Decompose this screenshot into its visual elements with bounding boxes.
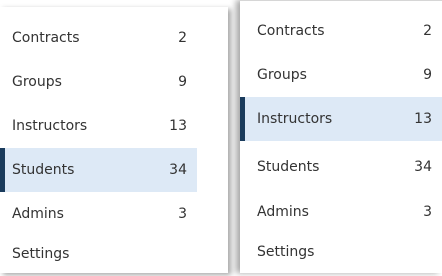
menu-item-groups[interactable]: Groups 9	[0, 60, 197, 104]
menu-item-count: 3	[178, 206, 187, 222]
right-sidebar-menu: Contracts 2 Groups 9 Instructors 13 Stud…	[240, 0, 442, 273]
menu-item-count: 13	[169, 118, 187, 134]
menu-item-instructors[interactable]: Instructors 13	[0, 104, 197, 148]
menu-item-admins[interactable]: Admins 3	[240, 190, 442, 234]
menu-item-settings[interactable]: Settings	[0, 232, 197, 276]
menu-item-label: Settings	[12, 246, 70, 262]
menu-item-count: 9	[178, 74, 187, 90]
menu-item-count: 2	[178, 30, 187, 46]
menu-item-admins[interactable]: Admins 3	[0, 192, 197, 236]
menu-item-label: Students	[12, 162, 75, 178]
menu-item-students[interactable]: Students 34	[0, 148, 197, 192]
menu-item-contracts[interactable]: Contracts 2	[0, 16, 197, 60]
menu-item-instructors[interactable]: Instructors 13	[240, 97, 442, 141]
menu-item-students[interactable]: Students 34	[240, 145, 442, 189]
menu-item-count: 3	[423, 204, 432, 220]
menu-item-label: Groups	[12, 74, 62, 90]
menu-item-settings[interactable]: Settings	[240, 230, 442, 274]
menu-item-count: 2	[423, 23, 432, 39]
menu-item-label: Groups	[257, 67, 307, 83]
menu-item-label: Contracts	[257, 23, 325, 39]
menu-item-label: Settings	[257, 244, 315, 260]
menu-item-label: Instructors	[12, 118, 88, 134]
left-sidebar-menu: Contracts 2 Groups 9 Instructors 13 Stud…	[0, 7, 228, 273]
menu-item-label: Contracts	[12, 30, 80, 46]
menu-item-count: 34	[414, 159, 432, 175]
menu-item-label: Admins	[12, 206, 64, 222]
menu-item-count: 34	[169, 162, 187, 178]
menu-item-count: 9	[423, 67, 432, 83]
menu-item-label: Students	[257, 159, 320, 175]
menu-item-label: Instructors	[257, 111, 333, 127]
menu-item-count: 13	[414, 111, 432, 127]
menu-item-label: Admins	[257, 204, 309, 220]
menu-item-groups[interactable]: Groups 9	[240, 53, 442, 97]
menu-item-contracts[interactable]: Contracts 2	[240, 9, 442, 53]
